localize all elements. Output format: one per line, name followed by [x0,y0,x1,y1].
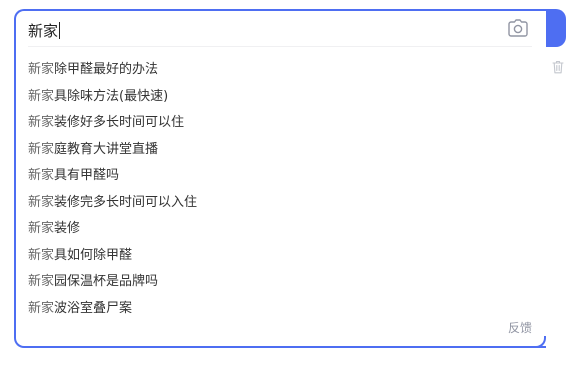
suggestion-rest: 园保温杯是品牌吗 [54,274,159,289]
suggestion-prefix: 新家 [28,194,55,210]
suggestion-prefix: 新家 [28,274,55,289]
suggestion-prefix: 新家 [28,221,55,236]
divider [28,46,532,47]
suggestion-item[interactable]: 新家具除味方法(最快速) [16,86,546,113]
suggestion-list: 新家除甲醛最好的办法 新家具除味方法(最快速) 新家装修好多长时间可以住 新家庭… [16,59,546,324]
suggestion-prefix: 新家 [28,88,55,104]
suggestion-rest: 具如何除甲醛 [54,247,133,263]
suggestion-item[interactable]: 新家庭教育大讲堂直播 [16,139,546,166]
corner-border [534,336,546,348]
camera-icon[interactable] [508,19,528,37]
search-box: 新家 新家除甲醛最好的办法 新家具除味方法(最快速) 新家装修好多长时间可以住 … [14,9,546,348]
search-button[interactable] [546,9,566,47]
search-query-text: 新家 [28,22,59,40]
suggestion-rest: 装修完多长时间可以入住 [54,194,198,210]
suggestion-prefix: 新家 [28,141,55,157]
suggestion-rest: 波浴室叠尸案 [54,300,133,316]
suggestion-rest: 除甲醛最好的办法 [54,62,159,77]
suggestion-rest: 装修好多长时间可以住 [54,115,185,130]
suggestion-prefix: 新家 [28,62,55,77]
suggestion-rest: 具除味方法(最快速) [54,88,169,104]
suggestion-item[interactable]: 新家波浴室叠尸案 [16,298,546,325]
suggestion-prefix: 新家 [28,300,55,316]
suggestion-prefix: 新家 [28,115,55,130]
feedback-link[interactable]: 反馈 [508,319,532,336]
suggestion-item[interactable]: 新家具有甲醛吗 [16,165,546,192]
text-caret [59,22,61,39]
trash-icon[interactable] [552,60,564,74]
suggestion-rest: 具有甲醛吗 [54,168,120,183]
suggestion-item[interactable]: 新家装修好多长时间可以住 [16,112,546,139]
search-row[interactable]: 新家 [16,11,546,47]
suggestion-prefix: 新家 [28,247,55,263]
suggestion-item[interactable]: 新家具如何除甲醛 [16,245,546,272]
suggestion-item[interactable]: 新家装修 [16,218,546,245]
suggestion-item[interactable]: 新家装修完多长时间可以入住 [16,192,546,219]
suggestion-rest: 庭教育大讲堂直播 [54,141,159,157]
search-input[interactable]: 新家 [28,22,61,40]
suggestion-item[interactable]: 新家园保温杯是品牌吗 [16,271,546,298]
suggestion-rest: 装修 [54,221,81,236]
suggestion-item[interactable]: 新家除甲醛最好的办法 [16,59,546,86]
suggestion-prefix: 新家 [28,168,55,183]
